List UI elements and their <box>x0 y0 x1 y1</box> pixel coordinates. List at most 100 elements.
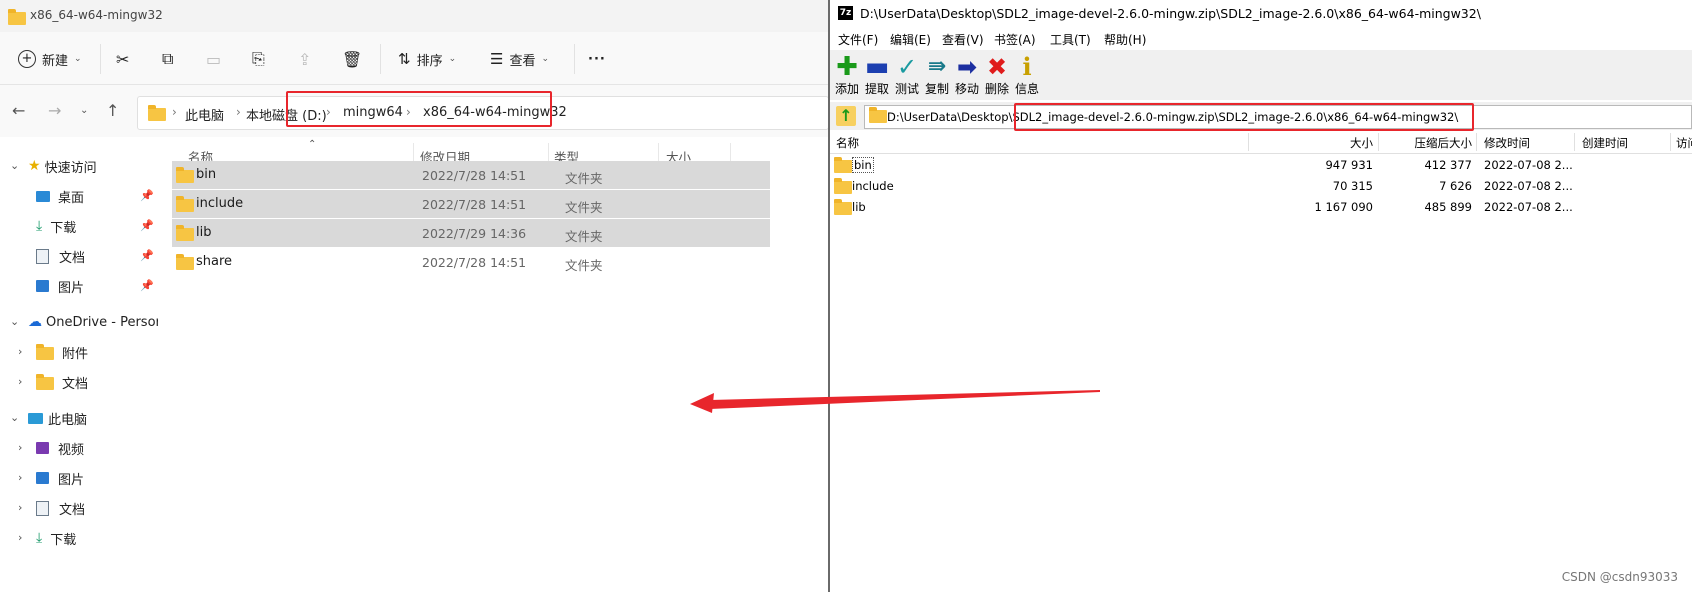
nav-item-label: 附件 <box>62 346 89 362</box>
chevron-right-icon: › <box>172 105 177 119</box>
nav-item-pictures[interactable]: 图片 <box>36 271 84 301</box>
arrow-head <box>690 393 714 413</box>
nav-item-label: 桌面 <box>58 190 85 206</box>
new-button[interactable]: + 新建 ⌄ <box>18 46 82 72</box>
file-row[interactable]: share 2022/7/28 14:51 文件夹 <box>172 248 770 276</box>
archive-row[interactable]: lib 1 167 090 485 899 2022-07-08 2... <box>830 197 1692 217</box>
file-row[interactable]: include 2022/7/28 14:51 文件夹 <box>172 190 770 218</box>
nav-item-pc-downloads[interactable]: ⤓ 下载 <box>36 523 76 553</box>
menu-file[interactable]: 文件(F) <box>838 31 878 48</box>
file-explorer-window: x86_64-w64-mingw32 + 新建 ⌄ ✂ ⧉ ▭ ⎘ ⇪ 🗑 ⇅ … <box>0 0 829 592</box>
back-arrow-icon[interactable]: ← <box>12 101 25 120</box>
nav-item-documents[interactable]: 文档 <box>36 241 85 271</box>
sort-button-label: 排序 <box>416 53 443 69</box>
chevron-right-icon[interactable]: › <box>18 375 22 388</box>
delete-button[interactable]: 🗑 <box>342 46 362 72</box>
up-arrow-icon[interactable]: ↑ <box>106 101 119 120</box>
breadcrumb-this-pc[interactable]: 此电脑 <box>185 105 224 124</box>
new-button-label: 新建 <box>42 53 69 69</box>
view-button-label: 查看 <box>509 53 536 69</box>
file-modified: 2022/7/28 14:51 <box>422 197 527 212</box>
computer-icon <box>28 412 43 424</box>
column-header-size[interactable]: 大小 <box>1285 135 1373 151</box>
chevron-down-icon[interactable]: ⌄ <box>10 315 19 328</box>
more-icon: ··· <box>588 51 606 67</box>
file-row[interactable]: lib 2022/7/29 14:36 文件夹 <box>172 219 770 247</box>
add-button[interactable]: ✚ 添加 <box>832 54 862 97</box>
share-button[interactable]: ⇪ <box>298 46 311 72</box>
chevron-down-icon[interactable]: ⌄ <box>10 159 19 172</box>
folder-icon <box>869 107 887 123</box>
chevron-right-icon[interactable]: › <box>18 471 22 484</box>
chevron-right-icon[interactable]: › <box>18 345 22 358</box>
delete-button[interactable]: ✖ 删除 <box>982 54 1012 97</box>
chevron-down-icon[interactable]: ⌄ <box>10 411 19 424</box>
folder-icon <box>176 254 194 270</box>
7zip-column-headers: 名称 大小 压缩后大小 修改时间 创建时间 访问时间 <box>830 131 1692 154</box>
path-highlight-box <box>286 91 552 127</box>
column-header-modified[interactable]: 修改时间 <box>1484 135 1530 151</box>
column-header-created[interactable]: 创建时间 <box>1582 135 1628 151</box>
copy-icon: ⧉ <box>162 49 174 68</box>
sort-button[interactable]: ⇅ 排序 ⌄ <box>398 46 456 72</box>
extract-button[interactable]: ▬ 提取 <box>862 54 892 97</box>
forward-arrow-icon[interactable]: → <box>48 101 61 120</box>
test-button[interactable]: ✓ 测试 <box>892 54 922 97</box>
paste-button[interactable]: ▭ <box>206 46 221 72</box>
chevron-right-icon[interactable]: › <box>18 531 22 544</box>
chevron-right-icon[interactable]: › <box>18 441 22 454</box>
nav-item-pc-pictures[interactable]: 图片 <box>36 463 84 493</box>
nav-item-attachments[interactable]: 附件 <box>36 337 88 367</box>
more-button[interactable]: ··· <box>588 46 606 72</box>
nav-item-downloads[interactable]: ⤓ 下载 <box>36 211 76 241</box>
nav-item-videos[interactable]: 视频 <box>36 433 84 463</box>
column-header-name[interactable]: 名称 <box>836 135 859 151</box>
menu-bookmarks[interactable]: 书签(A) <box>994 31 1036 48</box>
menu-help[interactable]: 帮助(H) <box>1104 31 1146 48</box>
copy-button[interactable]: ⇛ 复制 <box>922 54 952 97</box>
menu-view[interactable]: 查看(V) <box>942 31 984 48</box>
plus-circle-icon: + <box>18 50 36 68</box>
chevron-right-icon[interactable]: › <box>18 501 22 514</box>
column-header-packed[interactable]: 压缩后大小 <box>1386 135 1473 151</box>
nav-item-od-documents[interactable]: 文档 <box>36 367 88 397</box>
view-button[interactable]: ☰ 查看 ⌄ <box>490 46 549 72</box>
archive-item-size: 947 931 <box>1325 158 1373 172</box>
plus-icon: ✚ <box>836 52 858 82</box>
double-arrow-icon: ⇛ <box>927 54 947 79</box>
minus-icon: ▬ <box>864 52 890 82</box>
file-row[interactable]: bin 2022/7/28 14:51 文件夹 <box>172 161 770 189</box>
delete-button-label: 删除 <box>984 82 1009 96</box>
rename-button[interactable]: ⎘ <box>252 46 265 72</box>
archive-item-packed: 412 377 <box>1424 158 1472 172</box>
folder-icon <box>834 178 852 194</box>
file-list: 名称 ⌃ 修改日期 类型 大小 bin 2022/7/28 14:51 文件夹 … <box>158 137 828 592</box>
menu-edit[interactable]: 编辑(E) <box>890 31 931 48</box>
nav-onedrive[interactable]: ☁ OneDrive - Persor <box>28 307 161 337</box>
column-header-accessed[interactable]: 访问时间 <box>1676 135 1692 151</box>
move-button[interactable]: ➡ 移动 <box>952 54 982 97</box>
x-icon: ✖ <box>986 53 1008 81</box>
sort-icon: ⇅ <box>398 50 411 68</box>
chevron-right-icon: › <box>236 105 241 119</box>
copy-button[interactable]: ⧉ <box>162 46 173 72</box>
clipboard-icon: ▭ <box>206 49 222 69</box>
archive-item-name: bin <box>852 157 874 173</box>
chevron-down-icon[interactable]: ⌄ <box>80 105 88 116</box>
archive-row[interactable]: bin 947 931 412 377 2022-07-08 2... <box>830 155 1692 175</box>
nav-item-desktop[interactable]: 桌面 <box>36 181 84 211</box>
nav-item-pc-documents[interactable]: 文档 <box>36 493 85 523</box>
nav-onedrive-label: OneDrive - Persor <box>46 314 161 330</box>
file-modified: 2022/7/28 14:51 <box>422 168 527 183</box>
archive-item-modified: 2022-07-08 2... <box>1484 158 1573 172</box>
nav-quick-access[interactable]: ★ 快速访问 <box>28 151 97 181</box>
up-folder-icon[interactable]: ↑ <box>836 106 856 126</box>
info-button[interactable]: i 信息 <box>1012 54 1042 97</box>
copy-button-label: 复制 <box>924 82 949 96</box>
menu-tools[interactable]: 工具(T) <box>1050 31 1091 48</box>
check-icon: ✓ <box>896 53 918 81</box>
nav-this-pc[interactable]: 此电脑 <box>28 403 87 433</box>
cut-button[interactable]: ✂ <box>116 46 129 72</box>
file-type: 文件夹 <box>565 258 603 273</box>
archive-row[interactable]: include 70 315 7 626 2022-07-08 2... <box>830 176 1692 196</box>
